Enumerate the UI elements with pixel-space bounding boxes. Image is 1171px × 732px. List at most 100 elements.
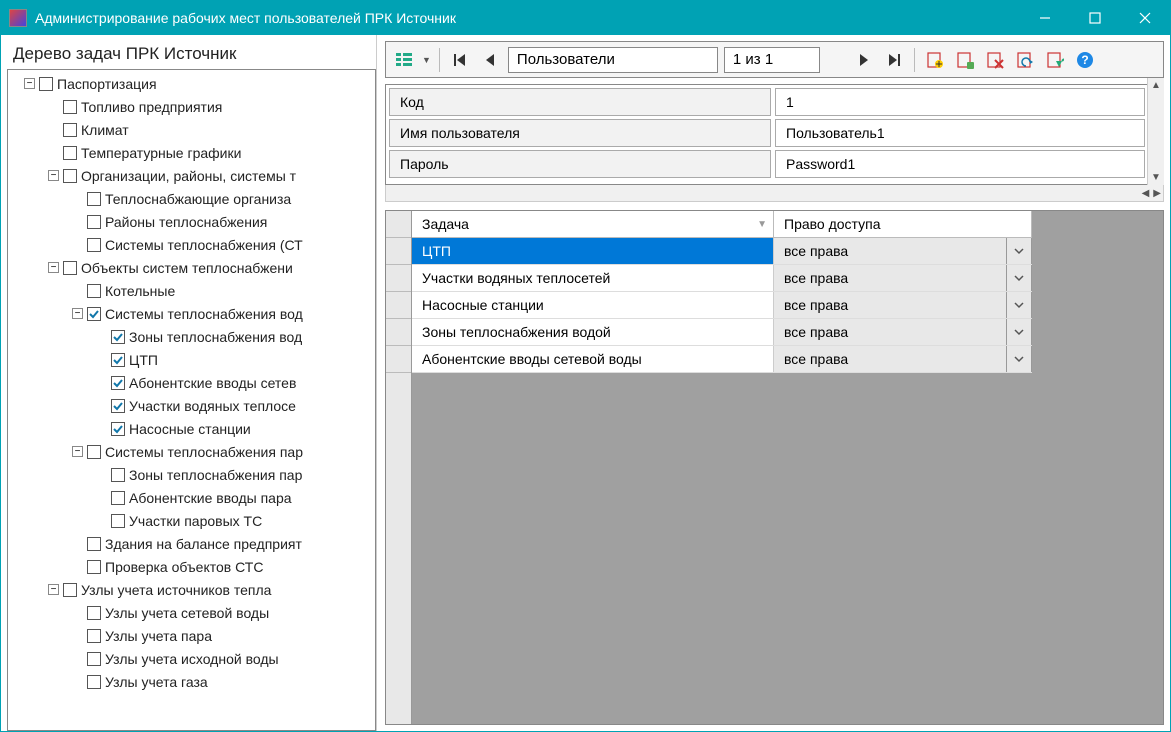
nav-first-button[interactable] [448, 48, 472, 72]
tree-checkbox[interactable] [87, 238, 101, 252]
nav-next-button[interactable] [852, 48, 876, 72]
tree-row[interactable]: −Объекты систем теплоснабжени [10, 256, 375, 279]
grid-cell-task[interactable]: ЦТП [412, 238, 774, 264]
tree-checkbox[interactable] [87, 675, 101, 689]
grid-cell-right[interactable]: все права [774, 265, 1007, 291]
tree-toggle[interactable]: − [72, 308, 83, 319]
nav-prev-button[interactable] [478, 48, 502, 72]
tree-toggle[interactable]: − [24, 78, 35, 89]
minimize-button[interactable] [1020, 1, 1070, 35]
dropdown-button[interactable] [1007, 265, 1032, 291]
grid-cell-task[interactable]: Зоны теплоснабжения водой [412, 319, 774, 345]
tree-row[interactable]: Здания на балансе предприят [10, 532, 375, 555]
close-button[interactable] [1120, 1, 1170, 35]
tree-row[interactable]: −Организации, районы, системы т [10, 164, 375, 187]
tree-row[interactable]: Климат [10, 118, 375, 141]
tree-row[interactable]: Теплоснабжающие организа [10, 187, 375, 210]
table-row[interactable]: Насосные станциивсе права [412, 292, 1032, 319]
entity-name-field[interactable]: Пользователи [508, 47, 718, 73]
tree-row[interactable]: Узлы учета пара [10, 624, 375, 647]
save-button[interactable] [953, 48, 977, 72]
tree-checkbox[interactable] [111, 491, 125, 505]
tree-row[interactable]: Участки паровых ТС [10, 509, 375, 532]
tree-checkbox[interactable] [87, 192, 101, 206]
tree-row[interactable]: Зоны теплоснабжения вод [10, 325, 375, 348]
tree-checkbox[interactable] [39, 77, 53, 91]
tree-checkbox[interactable] [63, 169, 77, 183]
tree-checkbox[interactable] [87, 652, 101, 666]
maximize-button[interactable] [1070, 1, 1120, 35]
dropdown-button[interactable] [1007, 238, 1032, 264]
tree-row[interactable]: Насосные станции [10, 417, 375, 440]
tree-checkbox[interactable] [111, 399, 125, 413]
tree-scroll[interactable]: −ПаспортизацияТопливо предприятияКлиматТ… [8, 70, 375, 730]
nav-last-button[interactable] [882, 48, 906, 72]
tree-row[interactable]: Участки водяных теплосе [10, 394, 375, 417]
tree-checkbox[interactable] [63, 583, 77, 597]
form-value[interactable]: 1 [775, 88, 1145, 116]
tree-toggle[interactable]: − [48, 262, 59, 273]
tree-row[interactable]: Котельные [10, 279, 375, 302]
grid-cell-task[interactable]: Абонентские вводы сетевой воды [412, 346, 774, 372]
tree-row[interactable]: Абонентские вводы пара [10, 486, 375, 509]
dropdown-button[interactable] [1007, 319, 1032, 345]
grid-cell-right[interactable]: все права [774, 346, 1007, 372]
tree-row[interactable]: Топливо предприятия [10, 95, 375, 118]
tree-row[interactable]: −Узлы учета источников тепла [10, 578, 375, 601]
tree-row[interactable]: Узлы учета исходной воды [10, 647, 375, 670]
table-row[interactable]: ЦТПвсе права [412, 238, 1032, 265]
form-hscroll[interactable]: ◀▶ [385, 185, 1164, 202]
tree-checkbox[interactable] [87, 215, 101, 229]
tree-row[interactable]: −Системы теплоснабжения пар [10, 440, 375, 463]
grid-cell-right[interactable]: все права [774, 319, 1007, 345]
tree-checkbox[interactable] [63, 146, 77, 160]
table-row[interactable]: Зоны теплоснабжения водойвсе права [412, 319, 1032, 346]
tree-checkbox[interactable] [87, 284, 101, 298]
tree-checkbox[interactable] [87, 445, 101, 459]
form-value[interactable]: Пользователь1 [775, 119, 1145, 147]
help-button[interactable]: ? [1073, 48, 1097, 72]
tree-checkbox[interactable] [87, 560, 101, 574]
tree-checkbox[interactable] [87, 629, 101, 643]
tree-checkbox[interactable] [111, 468, 125, 482]
grid-cell-right[interactable]: все права [774, 238, 1007, 264]
tree-checkbox[interactable] [63, 261, 77, 275]
tree-checkbox[interactable] [87, 537, 101, 551]
tree-toggle[interactable]: − [48, 584, 59, 595]
tree-row[interactable]: Узлы учета газа [10, 670, 375, 693]
grid-header-right[interactable]: Право доступа [774, 211, 1032, 237]
tree-checkbox[interactable] [111, 514, 125, 528]
tree-checkbox[interactable] [111, 353, 125, 367]
grid-cell-task[interactable]: Участки водяных теплосетей [412, 265, 774, 291]
titlebar[interactable]: Администрирование рабочих мест пользоват… [1, 1, 1170, 35]
tree-row[interactable]: Районы теплоснабжения [10, 210, 375, 233]
grid-cell-right[interactable]: все права [774, 292, 1007, 318]
delete-button[interactable] [983, 48, 1007, 72]
tree-checkbox[interactable] [111, 330, 125, 344]
position-field[interactable]: 1 из 1 [724, 47, 820, 73]
tree-row[interactable]: ЦТП [10, 348, 375, 371]
tree-checkbox[interactable] [87, 606, 101, 620]
tree-row[interactable]: Зоны теплоснабжения пар [10, 463, 375, 486]
export-button[interactable] [1043, 48, 1067, 72]
tree-checkbox[interactable] [111, 422, 125, 436]
tree-toggle[interactable]: − [72, 446, 83, 457]
tree-checkbox[interactable] [63, 100, 77, 114]
grid-cell-task[interactable]: Насосные станции [412, 292, 774, 318]
tree-row[interactable]: Системы теплоснабжения (СТ [10, 233, 375, 256]
tree-toggle[interactable]: − [48, 170, 59, 181]
tree-row[interactable]: Проверка объектов СТС [10, 555, 375, 578]
tree-row[interactable]: Абонентские вводы сетев [10, 371, 375, 394]
tree-row[interactable]: Узлы учета сетевой воды [10, 601, 375, 624]
table-row[interactable]: Абонентские вводы сетевой водывсе права [412, 346, 1032, 373]
form-vscroll[interactable]: ▲▼ [1147, 78, 1164, 185]
tree-checkbox[interactable] [87, 307, 101, 321]
dropdown-button[interactable] [1007, 346, 1032, 372]
refresh-button[interactable] [1013, 48, 1037, 72]
tree-row[interactable]: Температурные графики [10, 141, 375, 164]
tree-row[interactable]: −Системы теплоснабжения вод [10, 302, 375, 325]
view-icon[interactable] [392, 48, 416, 72]
table-row[interactable]: Участки водяных теплосетейвсе права [412, 265, 1032, 292]
grid-header-task[interactable]: Задача▼ [412, 211, 774, 237]
tree-checkbox[interactable] [111, 376, 125, 390]
